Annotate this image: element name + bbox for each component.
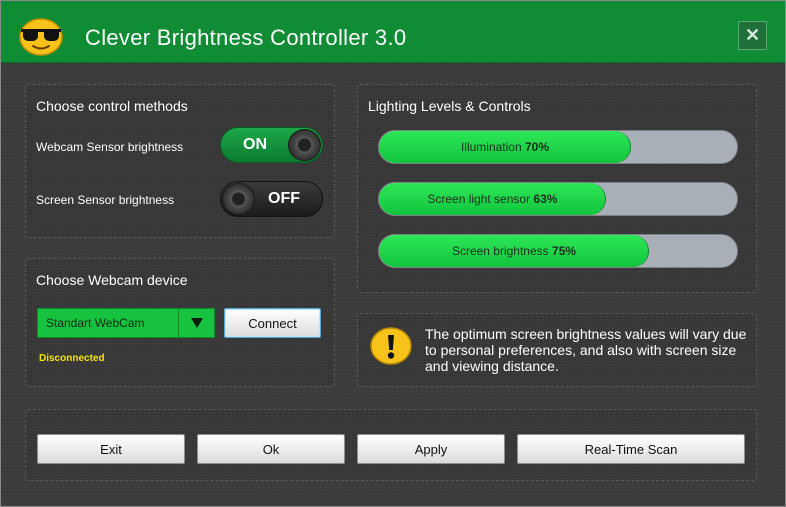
webcam-sensor-toggle[interactable]: ON (220, 127, 323, 163)
apply-button[interactable]: Apply (357, 434, 505, 464)
warning-icon (370, 327, 412, 365)
selected-device-text: Standart WebCam (46, 316, 145, 330)
webcam-sensor-label: Webcam Sensor brightness (36, 140, 184, 154)
level-value: 63% (533, 192, 558, 206)
ok-button[interactable]: Ok (197, 434, 345, 464)
illumination-level-bar: Illumination 70% (378, 130, 738, 164)
level-value: 75% (552, 244, 577, 258)
control-methods-panel: Choose control methods Webcam Sensor bri… (25, 84, 335, 238)
level-label: Illumination (460, 140, 522, 154)
dropdown-arrow-icon[interactable] (178, 309, 214, 337)
screen-sensor-label: Screen Sensor brightness (36, 193, 175, 207)
connect-button[interactable]: Connect (224, 308, 321, 338)
connection-status: Disconnected (39, 353, 105, 364)
lighting-levels-title: Lighting Levels & Controls (368, 98, 531, 114)
level-text: Screen brightness 75% (379, 244, 649, 258)
level-text: Screen light sensor 63% (379, 192, 606, 206)
webcam-device-title: Choose Webcam device (36, 272, 188, 288)
title-bar: Clever Brightness Controller 3.0 ✕ (1, 1, 785, 63)
level-label: Screen light sensor (427, 192, 531, 206)
control-methods-title: Choose control methods (36, 98, 188, 114)
window-title: Clever Brightness Controller 3.0 (85, 25, 407, 50)
screen-sensor-toggle[interactable]: OFF (220, 181, 323, 217)
real-time-scan-button[interactable]: Real-Time Scan (517, 434, 745, 464)
exit-button[interactable]: Exit (37, 434, 185, 464)
level-text: Illumination 70% (379, 140, 631, 154)
toggle-knob (222, 183, 255, 215)
level-label: Screen brightness (451, 244, 549, 258)
level-value: 70% (525, 140, 550, 154)
toggle-state-label: OFF (268, 190, 300, 207)
screen-brightness-level-bar: Screen brightness 75% (378, 234, 738, 268)
screen-light-sensor-level-bar: Screen light sensor 63% (378, 182, 738, 216)
sunglasses-smiley-icon (19, 18, 63, 56)
app-window: Clever Brightness Controller 3.0 ✕ Choos… (0, 0, 786, 507)
close-button[interactable]: ✕ (738, 21, 767, 50)
webcam-device-select[interactable]: Standart WebCam (37, 308, 215, 338)
info-message: The optimum screen brightness values wil… (425, 326, 747, 374)
toggle-knob (288, 129, 321, 161)
toggle-state-label: ON (243, 136, 267, 153)
